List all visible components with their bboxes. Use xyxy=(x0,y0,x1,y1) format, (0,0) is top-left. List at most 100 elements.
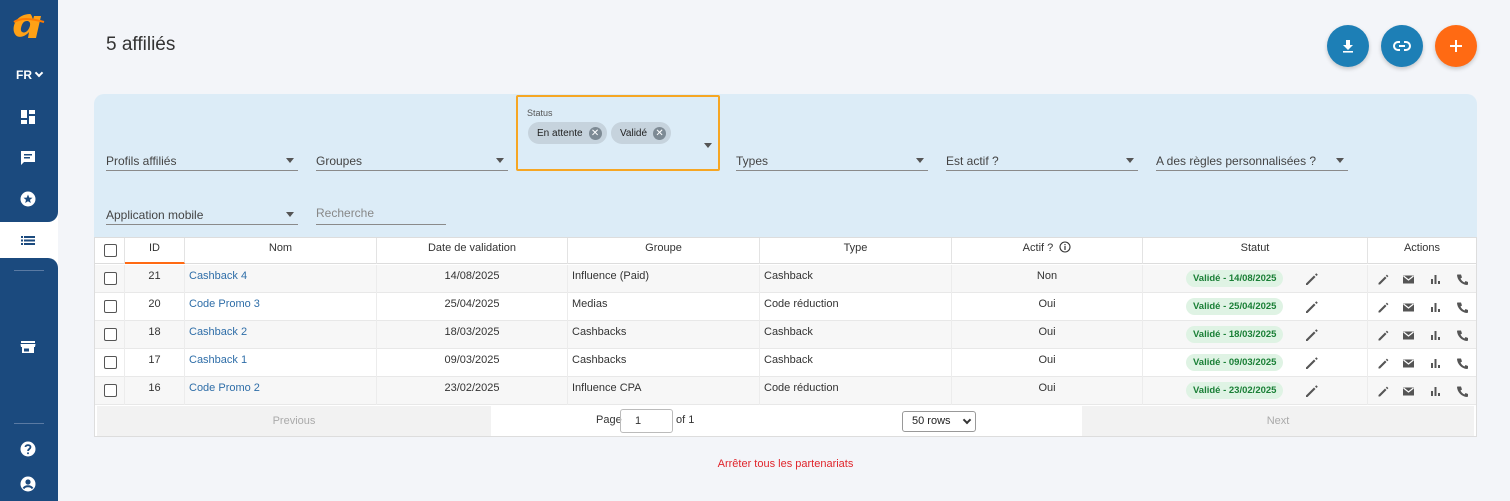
status-badge: Validé - 18/03/2025 xyxy=(1186,326,1284,343)
affiliate-name-link[interactable]: Code Promo 3 xyxy=(189,298,260,310)
header-groupe[interactable]: Groupe xyxy=(568,238,760,264)
help-icon[interactable] xyxy=(19,440,37,458)
download-button[interactable] xyxy=(1327,25,1369,67)
row-select-cell xyxy=(95,349,125,377)
cell-statut: Validé - 25/04/2025 xyxy=(1143,293,1368,321)
search-field[interactable] xyxy=(316,203,446,225)
mail-icon[interactable] xyxy=(1402,328,1415,341)
phone-icon[interactable] xyxy=(1456,384,1469,397)
rows-per-page-select[interactable]: 50 rows xyxy=(902,411,976,432)
table-row: 18 Cashback 2 18/03/2025 Cashbacks Cashback O… xyxy=(95,321,1476,349)
dashboard-icon[interactable] xyxy=(19,108,37,126)
status-chip-en-attente[interactable]: En attente ✕ xyxy=(528,122,607,144)
filter-panel: Profils affiliés Groupes Status En atten… xyxy=(94,94,1477,244)
edit-icon[interactable] xyxy=(1377,328,1390,341)
edit-icon[interactable] xyxy=(1377,300,1390,313)
mail-icon[interactable] xyxy=(1402,384,1415,397)
status-chip-valide[interactable]: Validé ✕ xyxy=(611,122,672,144)
table-row: 17 Cashback 1 09/03/2025 Cashbacks Cashback O… xyxy=(95,349,1476,377)
list-icon[interactable] xyxy=(19,231,37,249)
status-multiselect[interactable]: Status En attente ✕ Validé ✕ xyxy=(516,95,720,171)
remove-chip-icon[interactable]: ✕ xyxy=(653,126,667,140)
page-number-input[interactable]: 1 xyxy=(620,409,673,433)
affiliate-name-link[interactable]: Cashback 4 xyxy=(189,270,247,282)
stats-icon[interactable] xyxy=(1429,272,1442,285)
language-selector[interactable]: FR xyxy=(0,68,58,82)
chevron-down-icon xyxy=(962,415,972,425)
edit-status-icon[interactable] xyxy=(1304,327,1320,343)
mail-icon[interactable] xyxy=(1402,356,1415,369)
previous-button[interactable]: Previous xyxy=(97,406,491,436)
table-row: 16 Code Promo 2 23/02/2025 Influence CPA Cod… xyxy=(95,377,1476,405)
types-select[interactable]: Types xyxy=(736,149,928,171)
row-checkbox[interactable] xyxy=(104,300,117,313)
stop-all-partnerships-link[interactable]: Arrêter tous les partenariats xyxy=(0,458,1510,470)
cell-groupe: Cashbacks xyxy=(568,321,760,349)
header-actif[interactable]: Actif ? xyxy=(952,238,1143,264)
chat-icon[interactable] xyxy=(19,149,37,167)
stats-icon[interactable] xyxy=(1429,384,1442,397)
star-icon[interactable] xyxy=(19,190,37,208)
remove-chip-icon[interactable]: ✕ xyxy=(588,126,602,140)
account-icon[interactable] xyxy=(19,475,37,493)
mail-icon[interactable] xyxy=(1402,272,1415,285)
row-checkbox[interactable] xyxy=(104,328,117,341)
cell-date: 25/04/2025 xyxy=(377,293,568,321)
header-date[interactable]: Date de validation xyxy=(377,238,568,264)
table-row: 20 Code Promo 3 25/04/2025 Medias Code réduc… xyxy=(95,293,1476,321)
groupes-select-value: Groupes xyxy=(316,154,363,168)
stats-icon[interactable] xyxy=(1429,328,1442,341)
cell-date: 18/03/2025 xyxy=(377,321,568,349)
edit-status-icon[interactable] xyxy=(1304,383,1320,399)
phone-icon[interactable] xyxy=(1456,300,1469,313)
row-checkbox[interactable] xyxy=(104,272,117,285)
next-button[interactable]: Next xyxy=(1082,406,1474,436)
header-statut[interactable]: Statut xyxy=(1143,238,1368,264)
cell-nom: Cashback 1 xyxy=(185,349,377,377)
affiliate-name-link[interactable]: Cashback 1 xyxy=(189,354,247,366)
groupes-select[interactable]: Groupes xyxy=(316,149,508,171)
edit-icon[interactable] xyxy=(1377,384,1390,397)
store-icon[interactable] xyxy=(19,338,37,356)
stats-icon[interactable] xyxy=(1429,300,1442,313)
add-affiliate-button[interactable] xyxy=(1435,25,1477,67)
phone-icon[interactable] xyxy=(1456,328,1469,341)
caret-down-icon xyxy=(704,143,712,148)
regles-select[interactable]: A des règles personnalisées ? xyxy=(1156,149,1348,171)
affiliate-name-link[interactable]: Code Promo 2 xyxy=(189,382,260,394)
sidebar: FR xyxy=(0,0,58,501)
link-button[interactable] xyxy=(1381,25,1423,67)
info-icon[interactable] xyxy=(1059,241,1071,253)
cell-groupe: Cashbacks xyxy=(568,349,760,377)
cell-id: 17 xyxy=(125,349,185,377)
caret-down-icon xyxy=(286,212,294,217)
stats-icon[interactable] xyxy=(1429,356,1442,369)
caret-down-icon xyxy=(496,158,504,163)
search-input[interactable] xyxy=(316,203,446,223)
header-type[interactable]: Type xyxy=(760,238,952,264)
profils-select[interactable]: Profils affiliés xyxy=(106,149,298,171)
row-checkbox[interactable] xyxy=(104,384,117,397)
select-all-checkbox[interactable] xyxy=(104,244,117,257)
row-select-cell xyxy=(95,321,125,349)
header-id[interactable]: ID xyxy=(125,238,185,264)
edit-status-icon[interactable] xyxy=(1304,299,1320,315)
table-header: ID Nom Date de validation Groupe Type Ac… xyxy=(95,238,1476,264)
edit-status-icon[interactable] xyxy=(1304,355,1320,371)
link-icon xyxy=(1393,41,1411,51)
affiliate-name-link[interactable]: Cashback 2 xyxy=(189,326,247,338)
brand-logo[interactable] xyxy=(10,8,46,44)
est-actif-select[interactable]: Est actif ? xyxy=(946,149,1138,171)
edit-icon[interactable] xyxy=(1377,272,1390,285)
download-icon xyxy=(1343,40,1353,53)
phone-icon[interactable] xyxy=(1456,272,1469,285)
mail-icon[interactable] xyxy=(1402,300,1415,313)
header-nom[interactable]: Nom xyxy=(185,238,377,264)
cell-actions xyxy=(1368,265,1476,293)
edit-icon[interactable] xyxy=(1377,356,1390,369)
cell-type: Cashback xyxy=(760,265,952,293)
application-select[interactable]: Application mobile xyxy=(106,203,298,225)
phone-icon[interactable] xyxy=(1456,356,1469,369)
row-checkbox[interactable] xyxy=(104,356,117,369)
edit-status-icon[interactable] xyxy=(1304,271,1320,287)
